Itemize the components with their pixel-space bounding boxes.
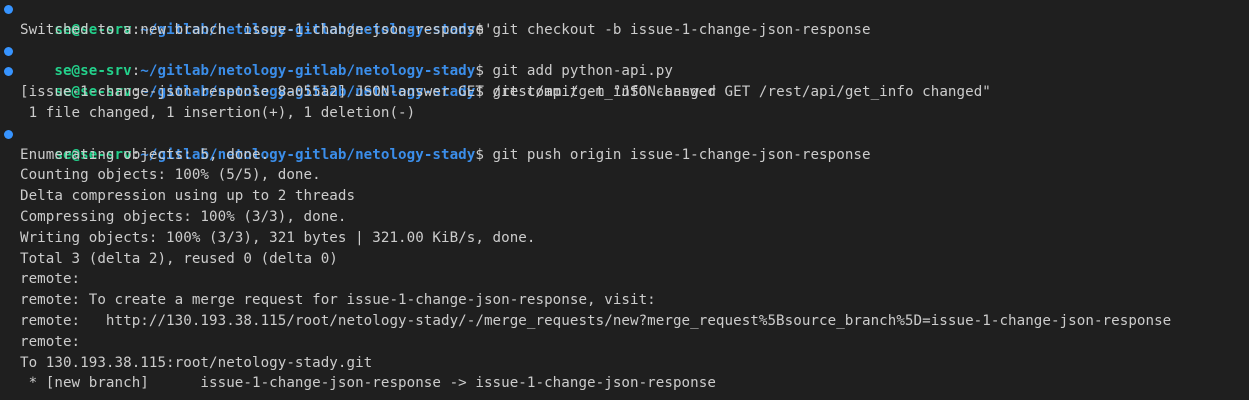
output-text: Writing objects: 100% (3/3), 321 bytes |…	[20, 229, 536, 246]
output-text: Delta compression using up to 2 threads	[20, 188, 356, 205]
terminal-output-line: remote:	[0, 332, 1249, 353]
terminal-output-line[interactable]: remote: http://130.193.38.115/root/netol…	[0, 311, 1249, 332]
terminal-prompt-line: se@se-srv:~/gitlab/netology-gitlab/netol…	[0, 61, 1249, 100]
terminal-output-line: Switched to a new branch 'issue-1-change…	[0, 20, 1249, 41]
terminal-prompt-line: se@se-srv:~/gitlab/netology-gitlab/netol…	[0, 41, 1249, 79]
terminal-output-line: Enumerating objects: 5, done.	[0, 145, 1249, 166]
terminal-output-line: Counting objects: 100% (5/5), done.	[0, 165, 1249, 186]
terminal-output-line: To 130.193.38.115:root/netology-stady.gi…	[0, 353, 1249, 374]
output-text: Counting objects: 100% (5/5), done.	[20, 167, 321, 184]
terminal-output-line: 1 file changed, 1 insertion(+), 1 deleti…	[0, 103, 1249, 124]
command-status-icon[interactable]	[4, 5, 13, 14]
terminal-output-line: [issue-1-change-json-response 8a055a2] J…	[0, 82, 1249, 103]
output-text: 1 file changed, 1 insertion(+), 1 deleti…	[20, 104, 416, 121]
output-text: [issue-1-change-json-response 8a055a2] J…	[20, 84, 716, 101]
command-status-icon[interactable]	[4, 67, 13, 77]
terminal-output-line: Writing objects: 100% (3/3), 321 bytes |…	[0, 228, 1249, 249]
terminal-prompt-line: se@se-srv:~/gitlab/netology-gitlab/netol…	[0, 0, 1249, 38]
command-status-icon[interactable]	[4, 46, 13, 56]
terminal-output-line: remote:	[0, 269, 1249, 290]
terminal-output-line: Total 3 (delta 2), reused 0 (delta 0)	[0, 249, 1249, 270]
merge-request-link[interactable]: remote: http://130.193.38.115/root/netol…	[20, 313, 1171, 329]
terminal-prompt-line: se@se-srv:~/gitlab/netology-gitlab/netol…	[0, 124, 1249, 163]
output-text: Compressing objects: 100% (3/3), done.	[20, 208, 347, 225]
terminal-output-line: * [new branch] issue-1-change-json-respo…	[0, 373, 1249, 394]
output-text: Total 3 (delta 2), reused 0 (delta 0)	[20, 250, 338, 267]
terminal-output-line: remote: To create a merge request for is…	[0, 290, 1249, 311]
command-status-icon[interactable]	[4, 129, 13, 139]
output-text: To 130.193.38.115:root/netology-stady.gi…	[20, 354, 373, 371]
output-text: Enumerating objects: 5, done.	[20, 146, 270, 163]
output-text: * [new branch] issue-1-change-json-respo…	[20, 375, 716, 392]
output-text: remote:	[20, 333, 81, 350]
output-text: remote:	[20, 271, 81, 288]
terminal-output[interactable]: se@se-srv:~/gitlab/netology-gitlab/netol…	[0, 0, 1249, 400]
output-text: remote: To create a merge request for is…	[20, 292, 656, 309]
output-text: Switched to a new branch 'issue-1-change…	[20, 21, 493, 38]
terminal-output-line: Compressing objects: 100% (3/3), done.	[0, 207, 1249, 228]
terminal-output-line: Delta compression using up to 2 threads	[0, 186, 1249, 207]
